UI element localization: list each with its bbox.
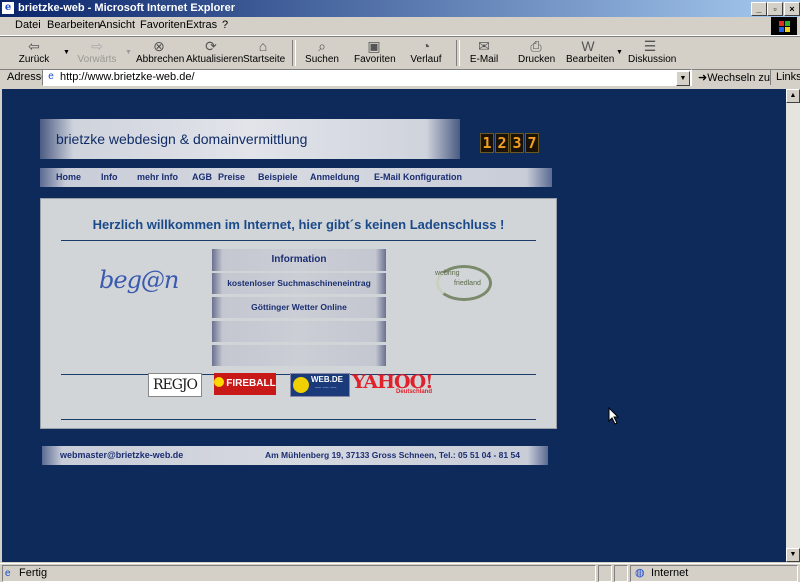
status-cell: [614, 565, 628, 582]
refresh-button[interactable]: ⟳ Aktualisieren: [186, 38, 243, 65]
mail-icon: ✉: [478, 38, 490, 54]
menu-ansicht[interactable]: Ansicht: [99, 19, 135, 31]
edit-button[interactable]: W Bearbeiten: [566, 38, 614, 65]
address-bar: Adresse e http://www.brietzke-web.de/ ▼ …: [0, 68, 800, 87]
toolbar: ⇦ Zurück ▼ ⇨ Vorwärts ▼ ⊗ Abbrechen ⟳ Aktual…: [0, 36, 800, 70]
go-button[interactable]: ➜Wechseln zu: [698, 71, 770, 84]
windows-logo-icon: [771, 17, 797, 35]
footer-address: Am Mühlenberg 19, 37133 Gross Schneen, T…: [265, 450, 520, 460]
home-icon: ⌂: [258, 38, 268, 54]
status-bar: e Fertig ◍ Internet: [0, 563, 800, 582]
site-nav: Home Info mehr Info AGB Preise Beispiele…: [40, 168, 552, 187]
word-document-icon: W: [581, 38, 595, 54]
nav-home[interactable]: Home: [56, 172, 81, 182]
status-cell: [598, 565, 612, 582]
fireball-logo[interactable]: FIREBALL: [214, 373, 276, 395]
edit-dropdown-icon[interactable]: ▼: [616, 49, 623, 56]
menu-bearbeiten[interactable]: Bearbeiten: [47, 19, 100, 31]
search-icon: ⌕: [318, 38, 326, 54]
back-dropdown-icon[interactable]: ▼: [63, 49, 70, 56]
close-button[interactable]: ×: [784, 2, 800, 16]
refresh-icon: ⟳: [205, 38, 217, 54]
home-button[interactable]: ⌂ Startseite: [243, 38, 285, 65]
divider: [61, 419, 536, 420]
page-viewport: brietzke webdesign & domainvermittlung 1…: [2, 89, 786, 562]
info-button-suchmaschineneintrag[interactable]: kostenloser Suchmaschineneintrag: [212, 273, 386, 294]
discussion-icon: ☰: [643, 38, 657, 54]
back-arrow-icon: ⇦: [28, 38, 40, 54]
nav-anmeldung[interactable]: Anmeldung: [310, 172, 360, 182]
menu-bar: Datei Bearbeiten Ansicht Favoriten Extra…: [0, 17, 800, 36]
webde-logo[interactable]: WEB.DE — — —: [290, 373, 350, 397]
menu-extras[interactable]: Extras: [186, 19, 217, 31]
ie-icon: e: [2, 2, 14, 14]
nav-preise[interactable]: Preise: [218, 172, 245, 182]
maximize-button[interactable]: ▫: [767, 2, 783, 16]
status-text-cell: e Fertig: [2, 565, 596, 582]
regjo-logo[interactable]: REGJO: [148, 373, 202, 397]
site-header-title: brietzke webdesign & domainvermittlung: [56, 131, 308, 147]
info-button-information[interactable]: Information: [212, 249, 386, 271]
history-icon: ◔: [421, 38, 431, 54]
menu-favoriten[interactable]: Favoriten: [140, 19, 186, 31]
nav-email-konfiguration[interactable]: E-Mail Konfiguration: [374, 172, 462, 182]
mail-button[interactable]: ✉ E-Mail: [468, 38, 500, 65]
address-url[interactable]: http://www.brietzke-web.de/: [60, 71, 195, 83]
history-button[interactable]: ◔ Verlauf: [410, 38, 442, 65]
security-zone-cell: ◍ Internet: [630, 565, 798, 582]
menu-datei[interactable]: Datei: [15, 19, 41, 31]
nav-info[interactable]: Info: [101, 172, 118, 182]
counter-digit: 3: [510, 133, 524, 153]
back-button[interactable]: ⇦ Zurück: [12, 38, 56, 65]
mouse-cursor-icon: [608, 407, 620, 425]
toolbar-separator: [456, 40, 460, 66]
discuss-button[interactable]: ☰ Diskussion: [628, 38, 676, 65]
site-footer: webmaster@brietzke-web.de Am Mühlenberg …: [42, 446, 548, 465]
visitor-counter: 1237: [480, 133, 540, 153]
info-button-wetter[interactable]: Göttinger Wetter Online: [212, 297, 386, 318]
counter-digit: 1: [480, 133, 494, 153]
stop-icon: ⊗: [153, 38, 165, 54]
webring-friedland-logo[interactable]: webring friedland: [434, 263, 492, 301]
window-title: brietzke-web - Microsoft Internet Explor…: [18, 2, 235, 14]
scroll-up-icon[interactable]: ▲: [786, 89, 800, 103]
stop-button[interactable]: ⊗ Abbrechen: [136, 38, 184, 65]
forward-arrow-icon: ⇨: [91, 38, 103, 54]
favorites-button[interactable]: ▣ Favoriten: [354, 38, 396, 65]
nav-beispiele[interactable]: Beispiele: [258, 172, 298, 182]
globe-icon: ◍: [635, 567, 645, 579]
nav-agb[interactable]: AGB: [192, 172, 212, 182]
links-button[interactable]: Links: [770, 69, 800, 85]
page-icon: e: [48, 71, 54, 82]
toolbar-separator: [292, 40, 296, 66]
search-button[interactable]: ⌕ Suchen: [304, 38, 340, 65]
yahoo-logo[interactable]: YAHOO! Deutschland: [352, 371, 436, 397]
info-button-empty[interactable]: [212, 345, 386, 366]
address-input[interactable]: e http://www.brietzke-web.de/ ▼: [42, 69, 692, 86]
webde-circle-icon: [293, 377, 309, 393]
begon-logo[interactable]: beg@n: [99, 266, 179, 294]
scroll-down-icon[interactable]: ▼: [786, 548, 800, 562]
divider: [61, 240, 536, 241]
fireball-icon: [214, 377, 225, 387]
go-arrow-icon: ➜: [698, 72, 708, 84]
title-bar: e brietzke-web - Microsoft Internet Expl…: [0, 0, 800, 17]
info-button-empty[interactable]: [212, 321, 386, 342]
forward-dropdown-icon[interactable]: ▼: [125, 49, 132, 56]
site-header-banner: brietzke webdesign & domainvermittlung: [40, 119, 460, 159]
printer-icon: ⎙: [530, 38, 542, 54]
forward-button[interactable]: ⇨ Vorwärts: [75, 38, 119, 65]
page-icon: e: [5, 568, 11, 579]
footer-email-link[interactable]: webmaster@brietzke-web.de: [60, 450, 183, 460]
print-button[interactable]: ⎙ Drucken: [518, 38, 555, 65]
vertical-scrollbar[interactable]: ▲ ▼: [786, 89, 800, 562]
menu-help[interactable]: ?: [222, 19, 228, 31]
counter-digit: 2: [495, 133, 509, 153]
welcome-heading: Herzlich willkommen im Internet, hier gi…: [92, 217, 505, 232]
nav-mehr-info[interactable]: mehr Info: [137, 172, 178, 182]
counter-digit: 7: [525, 133, 539, 153]
address-dropdown-icon[interactable]: ▼: [676, 71, 690, 86]
minimize-button[interactable]: _: [751, 2, 767, 16]
favorites-folder-icon: ▣: [367, 38, 381, 54]
